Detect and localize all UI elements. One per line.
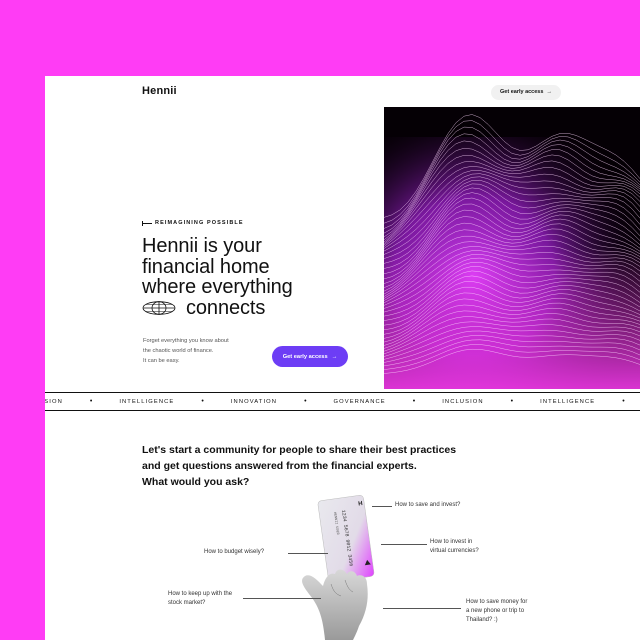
question-line: How to keep up with the [168,591,233,597]
community-intro: Let's start a community for people to sh… [142,442,512,474]
ticker-separator: • [304,398,307,405]
eyebrow: REIMAGINING POSSIBLE [142,220,244,226]
arrow-left-line-icon [142,220,152,226]
landing-page: Hennii Get early access → REIMAGINING POS… [45,76,640,640]
connector-line [372,506,392,507]
ticker-word: INNOVATION [230,398,278,405]
hero-subtext: Forget everything you know about the cha… [143,336,273,366]
cta-label: Get early access [282,353,328,360]
ticker-separator: • [201,398,204,405]
headline-line: where everything [142,276,293,298]
headline-line: Hennii is your [142,235,262,257]
subtext-line: It can be easy. [143,358,180,364]
globe-icon [142,301,176,315]
question-line: virtual currencies? [430,548,479,554]
ask-heading: What would you ask? [142,476,250,488]
arrow-right-icon: → [546,89,552,95]
hero-headline: Hennii is your financial home where ever… [142,236,362,318]
logo[interactable]: Hennii [142,85,177,97]
ticker-word: INTELLIGENCE [540,398,596,405]
connector-line [288,553,328,554]
ticker-separator: • [510,398,514,405]
eyebrow-text: REIMAGINING POSSIBLE [155,220,244,226]
arrow-right-icon: → [331,353,338,360]
hand [302,569,368,640]
headline-line-with-icon: connects [142,296,362,319]
cta-label: Get early access [500,89,544,95]
get-early-access-button-top[interactable]: Get early access → [491,85,561,100]
ticker-word: INCLUSION [442,398,484,405]
intro-line: and get questions answered from the fina… [142,460,417,472]
question-stock-market: How to keep up with the stock market? [168,590,232,608]
question-save-phone: How to save money for a new phone or tri… [466,598,527,625]
hero-mountain-art [384,107,640,389]
subtext-line: the chaotic world of finance. [143,348,214,354]
ticker-separator: • [412,398,416,405]
connector-line [381,544,427,545]
ticker-separator: • [622,398,625,405]
question-save-invest: How to save and invest? [395,502,461,508]
question-budget: How to budget wisely? [204,549,265,555]
connector-line [243,598,321,599]
ticker-word: GOVERNANCE [333,398,386,405]
connector-line [383,608,461,609]
wireframe-mountains-image [384,107,640,389]
subtext-line: Forget everything you know about [143,338,229,344]
ticker-separator: • [89,398,93,405]
get-early-access-button[interactable]: Get early access → [272,346,348,367]
question-line: stock market? [168,600,206,606]
ticker-track: USION • INTELLIGENCE • INNOVATION • GOVERNANCE… [45,398,640,405]
values-ticker: USION • INTELLIGENCE • INNOVATION • GOVERNANCE… [45,392,640,411]
question-line: a new phone or trip to [466,608,525,614]
ticker-word: INTELLIGENCE [119,398,175,405]
hand-holding-card-illustration: H 1234 5678 9012 3456 HENNII USER [285,494,435,640]
intro-line: Let's start a community for people to sh… [142,444,457,456]
headline-line: connects [186,296,266,319]
ticker-word: USION [45,398,63,405]
svg-text:H: H [358,501,363,508]
question-line: Thailand? :) [466,617,498,623]
question-invest-virtual: How to invest in virtual currencies? [430,538,479,556]
question-line: How to save money for [466,599,528,605]
headline-line: financial home [142,255,270,278]
question-line: How to invest in [430,539,473,545]
